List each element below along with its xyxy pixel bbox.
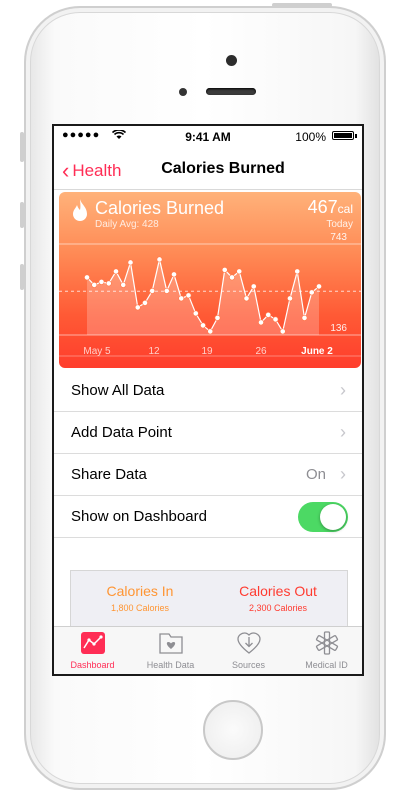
x-tick-label: May 5 bbox=[83, 346, 111, 357]
power-button bbox=[272, 3, 332, 7]
data-point bbox=[294, 268, 301, 275]
data-point bbox=[316, 283, 322, 290]
row-show-on-dashboard: Show on Dashboard bbox=[54, 496, 362, 538]
navigation-bar: ‹ Health Calories Burned bbox=[54, 146, 362, 190]
app-screen: ●●●●● 9:41 AM 100% ‹ Health Calories Burn… bbox=[52, 124, 364, 676]
battery-tip bbox=[355, 134, 357, 138]
tab-label: Dashboard bbox=[70, 660, 115, 670]
data-point bbox=[301, 315, 308, 321]
data-point bbox=[149, 288, 156, 294]
data-point bbox=[105, 280, 112, 287]
toggle-knob bbox=[320, 504, 346, 530]
row-label: Show All Data bbox=[71, 382, 165, 399]
data-point bbox=[185, 292, 192, 299]
x-tick-label: 19 bbox=[201, 346, 213, 357]
row-label: Show on Dashboard bbox=[71, 508, 207, 525]
battery-percent: 100% bbox=[295, 130, 326, 144]
volume-up-button bbox=[20, 202, 24, 228]
flame-icon bbox=[73, 199, 87, 221]
data-point bbox=[192, 310, 199, 317]
calories-summary: Calories In 1,800 Calories Calories Out … bbox=[70, 570, 348, 630]
tab-label: Medical ID bbox=[305, 660, 348, 670]
data-point bbox=[265, 312, 272, 318]
tab-label: Health Data bbox=[146, 660, 195, 670]
chevron-right-icon: › bbox=[340, 464, 346, 484]
data-point bbox=[272, 316, 279, 323]
chart-current-label: Today bbox=[326, 219, 353, 230]
front-camera bbox=[226, 55, 237, 66]
proximity-sensor bbox=[179, 88, 187, 96]
data-point bbox=[243, 295, 250, 302]
x-tick-label: June 2 bbox=[301, 346, 333, 357]
data-point bbox=[142, 300, 148, 306]
earpiece-speaker bbox=[206, 88, 256, 95]
status-bar: ●●●●● 9:41 AM 100% bbox=[54, 126, 362, 146]
page-title: Calories Burned bbox=[161, 160, 285, 177]
health-data-icon bbox=[159, 633, 183, 654]
calories-out[interactable]: Calories Out 2,300 Calories bbox=[209, 583, 347, 613]
data-point bbox=[236, 268, 243, 275]
y-min-label: 136 bbox=[330, 323, 347, 334]
chart-subtitle: Daily Avg: 428 bbox=[95, 219, 159, 230]
data-point bbox=[250, 283, 257, 290]
tab-health-data[interactable]: Health Data bbox=[132, 631, 209, 673]
current-value: 467 bbox=[307, 197, 338, 217]
data-point bbox=[113, 268, 119, 275]
battery-icon bbox=[332, 131, 354, 140]
data-point bbox=[229, 274, 235, 281]
data-point bbox=[207, 328, 214, 335]
data-point bbox=[258, 319, 264, 326]
dashboard-icon bbox=[81, 632, 105, 654]
tab-dashboard[interactable]: Dashboard bbox=[54, 631, 131, 673]
data-point bbox=[308, 289, 315, 296]
tab-medical-id[interactable]: Medical ID bbox=[288, 631, 362, 673]
mute-switch bbox=[20, 132, 24, 162]
data-point bbox=[287, 295, 293, 302]
data-point bbox=[178, 295, 185, 302]
dashboard-toggle[interactable] bbox=[298, 502, 348, 532]
chevron-right-icon: › bbox=[340, 380, 346, 400]
volume-down-button bbox=[20, 264, 24, 290]
data-point bbox=[156, 256, 163, 263]
calories-out-value: 2,300 Calories bbox=[248, 603, 308, 613]
calories-out-title: Calories Out bbox=[239, 583, 317, 599]
row-share-data[interactable]: Share Data On › bbox=[54, 454, 362, 496]
row-value: On bbox=[305, 466, 326, 483]
data-point bbox=[91, 282, 98, 288]
chevron-right-icon: › bbox=[340, 422, 346, 442]
chart-current-value: 467cal bbox=[308, 197, 353, 218]
chart-title: Calories Burned bbox=[95, 198, 225, 218]
x-tick-label: 12 bbox=[148, 346, 160, 357]
sources-icon bbox=[237, 632, 261, 654]
data-point bbox=[84, 274, 90, 281]
data-point bbox=[134, 304, 141, 311]
calories-in[interactable]: Calories In 1,800 Calories bbox=[71, 583, 209, 613]
home-button[interactable] bbox=[203, 700, 263, 760]
medical-id-icon bbox=[315, 631, 339, 655]
x-tick-label: 26 bbox=[255, 346, 267, 357]
row-label: Add Data Point bbox=[71, 424, 172, 441]
data-point bbox=[221, 267, 228, 273]
calories-in-value: 1,800 Calories bbox=[110, 603, 170, 613]
data-point bbox=[98, 279, 105, 285]
row-label: Share Data bbox=[71, 466, 147, 483]
tab-label: Sources bbox=[231, 660, 266, 670]
data-point bbox=[163, 288, 170, 294]
y-max-label: 743 bbox=[330, 232, 347, 243]
row-add-data-point[interactable]: Add Data Point › bbox=[54, 412, 362, 454]
tab-sources[interactable]: Sources bbox=[210, 631, 287, 673]
data-point bbox=[127, 259, 134, 266]
data-point bbox=[120, 282, 127, 288]
calories-chart[interactable]: 743 136 May 5 12 19 26 June 2 Calories Burned … bbox=[59, 192, 361, 368]
row-show-all-data[interactable]: Show All Data › bbox=[54, 370, 362, 412]
data-point bbox=[279, 328, 286, 335]
current-unit: cal bbox=[337, 202, 353, 216]
data-point bbox=[214, 315, 221, 321]
data-point bbox=[200, 322, 206, 329]
calories-in-title: Calories In bbox=[106, 583, 174, 599]
tab-bar: Dashboard Health Data Sources Medical ID bbox=[54, 626, 362, 674]
data-point bbox=[171, 271, 177, 278]
